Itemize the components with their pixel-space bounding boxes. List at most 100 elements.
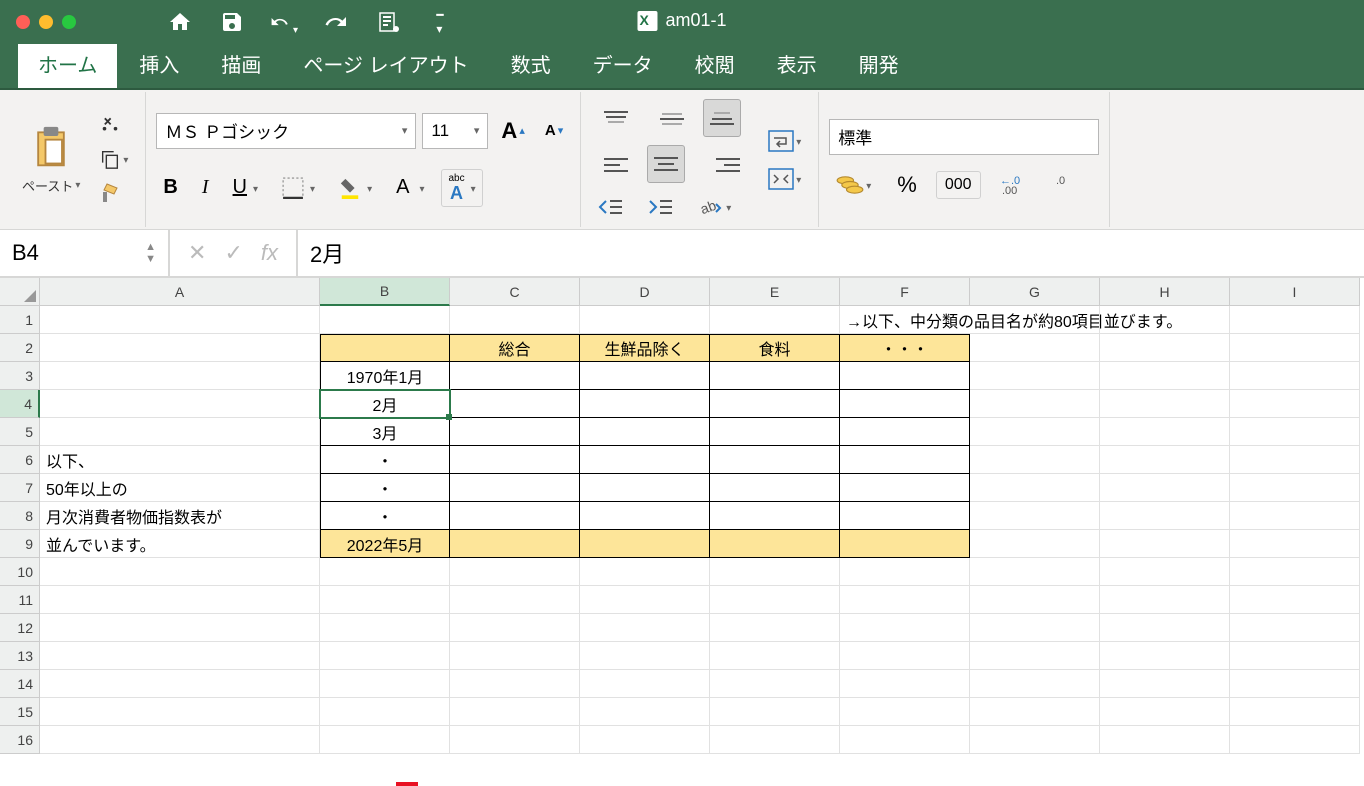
col-header[interactable]: B <box>320 278 450 306</box>
fill-color-button[interactable] <box>332 174 379 202</box>
row-header[interactable]: 8 <box>0 502 40 530</box>
tab-draw[interactable]: 描画 <box>201 39 281 88</box>
cell[interactable] <box>970 614 1100 642</box>
cell[interactable] <box>450 642 580 670</box>
cell[interactable] <box>1230 670 1360 698</box>
cell[interactable] <box>320 558 450 586</box>
tab-formulas[interactable]: 数式 <box>491 39 571 88</box>
row-header[interactable]: 4 <box>0 390 40 418</box>
cell[interactable] <box>320 642 450 670</box>
cell[interactable] <box>1230 418 1360 446</box>
cell[interactable] <box>1230 698 1360 726</box>
col-header[interactable]: H <box>1100 278 1230 306</box>
cell[interactable] <box>710 474 840 502</box>
cell[interactable] <box>40 390 320 418</box>
cell[interactable] <box>580 670 710 698</box>
row-header[interactable]: 15 <box>0 698 40 726</box>
row-header[interactable]: 10 <box>0 558 40 586</box>
cell[interactable] <box>840 670 970 698</box>
cell[interactable] <box>710 306 840 334</box>
cell[interactable] <box>840 558 970 586</box>
cell[interactable] <box>450 586 580 614</box>
cell[interactable] <box>580 362 710 390</box>
cell[interactable] <box>1100 642 1230 670</box>
cell[interactable] <box>840 418 970 446</box>
cell[interactable] <box>40 586 320 614</box>
font-name-select[interactable]: ＭＳ Ｐゴシック▾ <box>156 113 416 149</box>
cell[interactable] <box>970 418 1100 446</box>
decrease-decimal-button[interactable]: .0 <box>1049 171 1075 199</box>
cell[interactable] <box>450 362 580 390</box>
cell[interactable] <box>580 530 710 558</box>
cell[interactable] <box>1100 502 1230 530</box>
cell[interactable] <box>450 418 580 446</box>
row-header[interactable]: 14 <box>0 670 40 698</box>
cell[interactable] <box>1230 614 1360 642</box>
cell[interactable]: 2022年5月 <box>320 530 450 558</box>
enter-formula-icon[interactable]: ✓ <box>224 240 242 266</box>
font-color-button[interactable]: A <box>389 173 431 202</box>
col-header[interactable]: A <box>40 278 320 306</box>
cell[interactable] <box>840 446 970 474</box>
cell[interactable] <box>710 614 840 642</box>
cell[interactable] <box>710 446 840 474</box>
cell[interactable] <box>1100 446 1230 474</box>
cell[interactable] <box>1100 726 1230 754</box>
cell[interactable] <box>580 586 710 614</box>
cell[interactable] <box>320 586 450 614</box>
align-left-button[interactable] <box>591 145 641 185</box>
fx-icon[interactable]: fx <box>261 240 278 266</box>
border-button[interactable] <box>275 174 322 202</box>
merge-button[interactable] <box>761 165 808 193</box>
cell[interactable] <box>840 530 970 558</box>
redo-icon[interactable] <box>322 8 350 36</box>
paste-button[interactable]: ペースト <box>10 118 92 201</box>
cell[interactable] <box>40 334 320 362</box>
cell[interactable]: 1970年1月 <box>320 362 450 390</box>
cell[interactable] <box>840 362 970 390</box>
cell[interactable] <box>580 418 710 446</box>
cell[interactable] <box>710 418 840 446</box>
copy-button[interactable] <box>92 145 135 173</box>
cell[interactable]: 50年以上の <box>40 474 320 502</box>
cell[interactable] <box>40 642 320 670</box>
cell[interactable] <box>580 502 710 530</box>
cell[interactable]: 生鮮品除く <box>580 334 710 362</box>
save-icon[interactable] <box>218 8 246 36</box>
cell[interactable] <box>710 390 840 418</box>
bold-button[interactable]: B <box>156 173 184 202</box>
cell[interactable] <box>840 586 970 614</box>
cell[interactable] <box>450 390 580 418</box>
col-header[interactable]: F <box>840 278 970 306</box>
align-top-button[interactable] <box>591 99 641 139</box>
cell[interactable] <box>580 726 710 754</box>
cell[interactable] <box>710 642 840 670</box>
cell[interactable] <box>1100 418 1230 446</box>
cell[interactable] <box>710 586 840 614</box>
cell[interactable] <box>1230 334 1360 362</box>
cell[interactable] <box>580 446 710 474</box>
cell[interactable] <box>710 502 840 530</box>
cell[interactable] <box>970 474 1100 502</box>
cell[interactable]: 並んでいます。 <box>40 530 320 558</box>
cell[interactable] <box>1230 726 1360 754</box>
window-zoom[interactable] <box>62 15 76 29</box>
window-close[interactable] <box>16 15 30 29</box>
cell[interactable] <box>1230 306 1360 334</box>
shrink-font-button[interactable]: A▾ <box>538 119 570 142</box>
wrap-text-button[interactable] <box>761 127 808 155</box>
cell[interactable] <box>970 306 1100 334</box>
name-box[interactable]: B4 ▲▼ <box>0 229 170 277</box>
cell[interactable] <box>320 726 450 754</box>
cell[interactable] <box>970 586 1100 614</box>
cancel-formula-icon[interactable]: ✕ <box>188 240 206 266</box>
tab-home[interactable]: ホーム <box>18 39 117 88</box>
cell[interactable] <box>710 558 840 586</box>
row-header[interactable]: 16 <box>0 726 40 754</box>
undo-icon[interactable]: ▾ <box>270 8 298 36</box>
cell[interactable] <box>1100 614 1230 642</box>
tab-view[interactable]: 表示 <box>757 39 837 88</box>
cell[interactable] <box>1230 474 1360 502</box>
cell[interactable]: →以下、中分類の品目名が約80項目並びます。 <box>840 306 970 334</box>
cell[interactable]: 月次消費者物価指数表が <box>40 502 320 530</box>
